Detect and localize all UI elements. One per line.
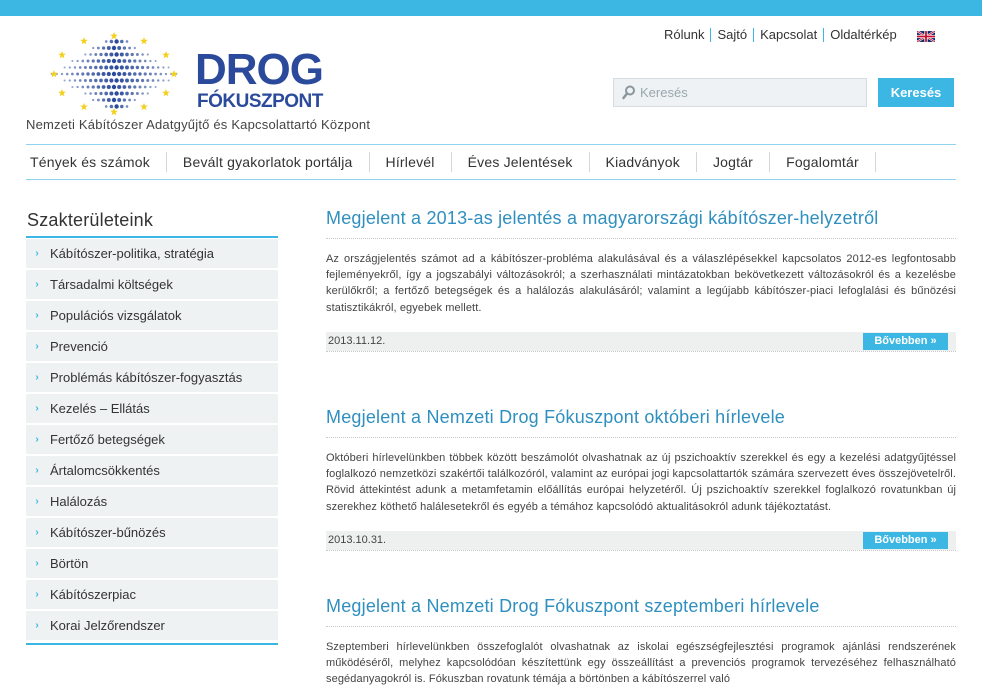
nav-bevalt-gyakorlatok[interactable]: Bevált gyakorlatok portálja [167, 152, 370, 172]
chevron-right-icon: › [35, 310, 39, 321]
search-icon [622, 85, 635, 100]
sidebar-item-label: Kábítószerpiac [50, 587, 136, 602]
sidebar-item-kabitoszer-bunozes[interactable]: › Kábítószer-bűnözés [26, 518, 278, 547]
chevron-right-icon: › [35, 496, 39, 507]
sidebar-item-label: Kezelés – Ellátás [50, 401, 150, 416]
sidebar-item-prevencio[interactable]: › Prevenció [26, 332, 278, 361]
sidebar-item-label: Prevenció [50, 339, 108, 354]
sidebar-item-label: Populációs vizsgálatok [50, 308, 182, 323]
top-links: Rólunk Sajtó Kapcsolat Oldaltérkép [664, 28, 936, 43]
article-meta-bar: 2013.11.12. Bővebben » [326, 331, 956, 351]
chevron-right-icon: › [35, 434, 39, 445]
read-more-button[interactable]: Bővebben » [863, 531, 948, 549]
sidebar-item-tarsadalmi-koltsegek[interactable]: › Társadalmi költségek [26, 270, 278, 299]
sidebar-item-label: Kábítószer-bűnözés [50, 525, 166, 540]
sidebar-item-label: Korai Jelzőrendszer [50, 618, 165, 633]
news-article: Megjelent a 2013-as jelentés a magyarors… [326, 206, 956, 352]
sidebar-item-kabitoszerpiac[interactable]: › Kábítószerpiac [26, 580, 278, 609]
sidebar-bottom-divider [26, 643, 278, 645]
sidebar-list: › Kábítószer-politika, stratégia › Társada… [26, 239, 278, 642]
toplink-oldalterkep[interactable]: Oldaltérkép [824, 28, 902, 42]
article-bottom-divider [326, 350, 956, 352]
news-article: Megjelent a Nemzeti Drog Fókuszpont szep… [326, 594, 956, 688]
article-summary: Az országjelentés számot ad a kábítószer… [326, 253, 956, 314]
sidebar-item-label: Fertőző betegségek [50, 432, 165, 447]
nav-kiadvanyok[interactable]: Kiadványok [590, 152, 697, 172]
news-article: Megjelent a Nemzeti Drog Fókuszpont októ… [326, 405, 956, 551]
sidebar-item-problemas-fogyasztas[interactable]: › Problémás kábítószer-fogyasztás [26, 363, 278, 392]
nav-hirlevel[interactable]: Hírlevél [370, 152, 452, 172]
toplink-rolunk[interactable]: Rólunk [664, 28, 712, 42]
toplink-kapcsolat[interactable]: Kapcsolat [754, 28, 825, 42]
chevron-right-icon: › [35, 279, 39, 290]
chevron-right-icon: › [35, 403, 39, 414]
site-tagline: Nemzeti Kábítószer Adatgyűjtő és Kapcsol… [26, 117, 371, 132]
chevron-right-icon: › [35, 465, 39, 476]
nav-fogalomtar[interactable]: Fogalomtár [770, 152, 876, 172]
sidebar-item-halalozas[interactable]: › Halálozás [26, 487, 278, 516]
article-divider [326, 626, 956, 627]
sidebar-item-populacios-vizsgalatok[interactable]: › Populációs vizsgálatok [26, 301, 278, 330]
nav-jogtar[interactable]: Jogtár [697, 152, 771, 172]
main-nav: Tények és számok Bevált gyakorlatok port… [26, 144, 956, 180]
sidebar-item-label: Kábítószer-politika, stratégia [50, 246, 215, 261]
chevron-right-icon: › [35, 341, 39, 352]
article-date: 2013.11.12. [328, 334, 386, 347]
article-date: 2013.10.31. [328, 533, 387, 546]
logo-dots-graphic [50, 32, 178, 116]
article-meta-bar: 2013.10.31. Bővebben » [326, 530, 956, 550]
logo-text-drog: DROG [195, 45, 324, 94]
chevron-right-icon: › [35, 620, 39, 631]
search-button[interactable]: Keresés [878, 78, 954, 107]
sidebar-item-label: Börtön [50, 556, 89, 571]
top-accent-bar [0, 0, 982, 16]
article-summary: Októberi hírlevelünkben többek között be… [326, 452, 956, 513]
site-logo[interactable]: DROG FÓKUSZPONT [34, 30, 334, 122]
chevron-right-icon: › [35, 527, 39, 538]
sidebar-item-kabitoszer-politika[interactable]: › Kábítószer-politika, stratégia [26, 239, 278, 268]
toplink-sajto[interactable]: Sajtó [711, 28, 755, 42]
sidebar-item-fertozo-betegsegek[interactable]: › Fertőző betegségek [26, 425, 278, 454]
chevron-right-icon: › [35, 248, 39, 259]
nav-eves-jelentesek[interactable]: Éves Jelentések [452, 152, 590, 172]
logo-text-fokuszpont: FÓKUSZPONT [197, 91, 323, 112]
search-box [613, 78, 867, 107]
chevron-right-icon: › [35, 372, 39, 383]
article-bottom-divider [326, 549, 956, 551]
sidebar-item-label: Társadalmi költségek [50, 277, 173, 292]
article-divider [326, 437, 956, 438]
article-summary: Szeptemberi hírlevelünkben összefoglalót… [326, 641, 956, 686]
sidebar-item-borton[interactable]: › Börtön [26, 549, 278, 578]
sidebar-item-korai-jelzorendszer[interactable]: › Korai Jelzőrendszer [26, 611, 278, 640]
sidebar-item-artalomcsokkentes[interactable]: › Ártalomcsökkentés [26, 456, 278, 485]
sidebar-item-kezeles-ellatas[interactable]: › Kezelés – Ellátás [26, 394, 278, 423]
search-input[interactable] [640, 83, 860, 102]
sidebar-item-label: Problémás kábítószer-fogyasztás [50, 370, 243, 385]
uk-flag-icon[interactable] [916, 29, 936, 43]
sidebar-item-label: Ártalomcsökkentés [50, 463, 160, 478]
sidebar-title: Szakterületeink [27, 210, 154, 230]
page: DROG FÓKUSZPONT Nemzeti Kábítószer Adatg… [14, 16, 968, 685]
sidebar-item-label: Halálozás [50, 494, 108, 509]
read-more-button[interactable]: Bővebben » [863, 332, 948, 350]
article-title-link[interactable]: Megjelent a 2013-as jelentés a magyarors… [326, 206, 956, 230]
article-title-link[interactable]: Megjelent a Nemzeti Drog Fókuszpont szep… [326, 594, 956, 618]
chevron-right-icon: › [35, 558, 39, 569]
article-title-link[interactable]: Megjelent a Nemzeti Drog Fókuszpont októ… [326, 405, 956, 429]
nav-tenyek-es-szamok[interactable]: Tények és számok [26, 152, 167, 172]
sidebar-divider [26, 236, 278, 238]
chevron-right-icon: › [35, 589, 39, 600]
article-divider [326, 238, 956, 239]
